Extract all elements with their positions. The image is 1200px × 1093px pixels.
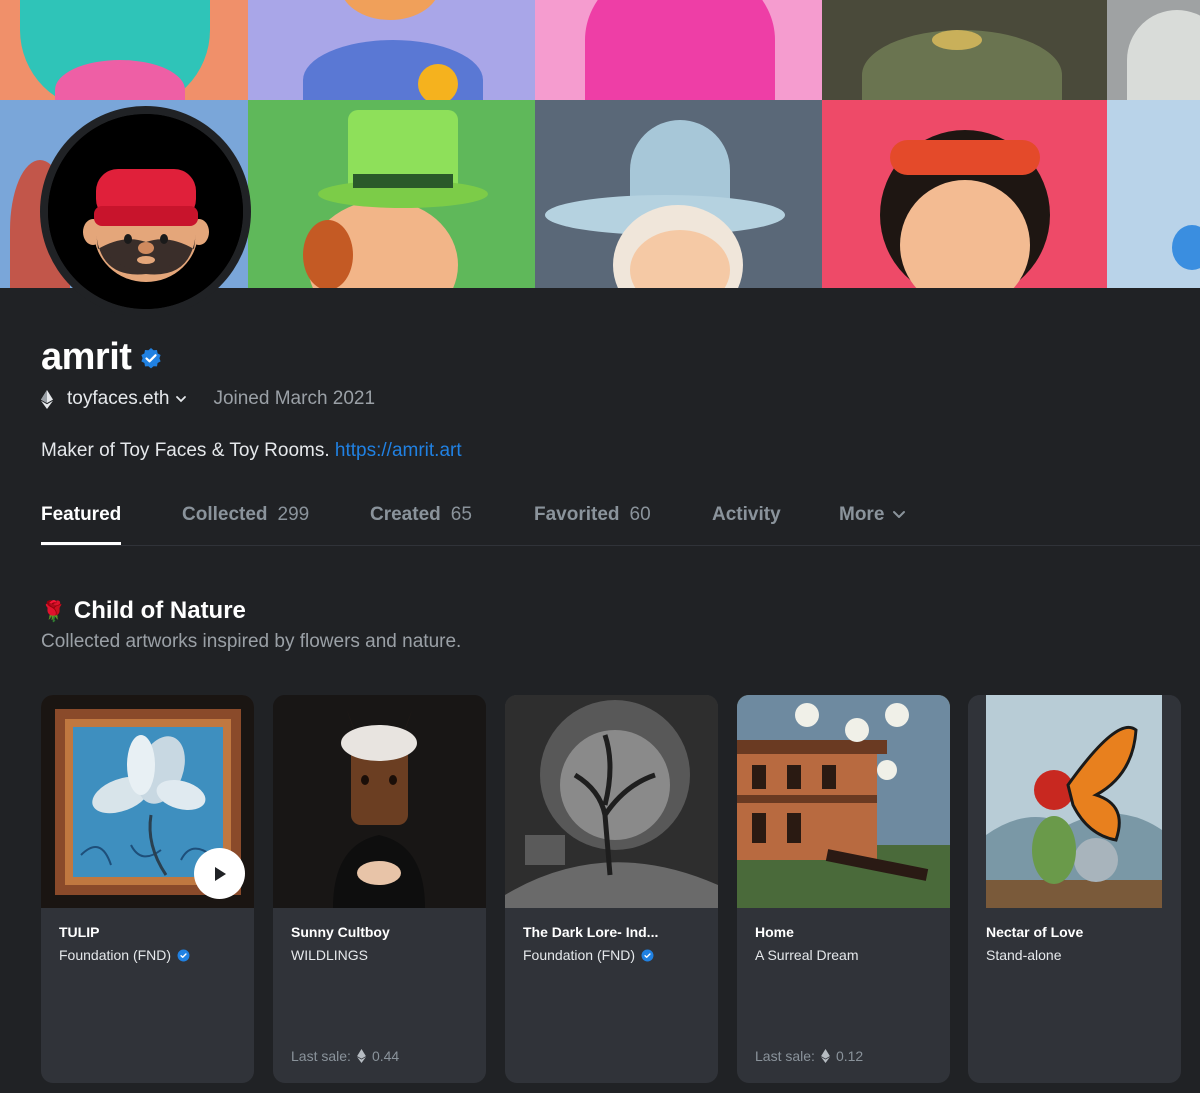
nft-title: Home xyxy=(755,924,794,940)
profile-avatar[interactable] xyxy=(48,114,243,309)
wallet-address-dropdown[interactable]: toyfaces.eth xyxy=(67,388,187,410)
joined-date: Joined March 2021 xyxy=(213,388,376,409)
collection-name: Stand-alone xyxy=(986,947,1062,963)
tab-created[interactable]: Created 65 xyxy=(370,504,472,546)
tab-favorited[interactable]: Favorited 60 xyxy=(534,504,651,546)
verified-badge-icon xyxy=(141,347,162,368)
last-sale-value: 0.12 xyxy=(835,1048,864,1064)
nft-collection[interactable]: Stand-alone xyxy=(986,947,1062,963)
ethereum-icon xyxy=(821,1049,830,1063)
nft-collection[interactable]: WILDLINGS xyxy=(291,947,368,963)
rose-emoji-icon: 🌹 xyxy=(41,600,66,623)
nft-card[interactable]: The Dark Lore- Ind... Foundation (FND) xyxy=(505,695,718,1083)
nft-artwork xyxy=(737,695,950,908)
banner-tile-frida xyxy=(822,100,1107,288)
wallet-address: toyfaces.eth xyxy=(67,388,170,409)
banner-tile-astronaut xyxy=(0,0,248,100)
chevron-down-icon xyxy=(176,396,187,403)
banner-tile-pink-hood xyxy=(535,0,822,100)
profile-name: amrit xyxy=(41,336,132,378)
featured-section-title: 🌹 Child of Nature xyxy=(41,597,246,625)
tab-label: Featured xyxy=(41,504,122,525)
tab-count: 65 xyxy=(450,504,472,525)
profile-meta-row: toyfaces.eth Joined March 2021 xyxy=(41,388,375,410)
verified-badge-icon xyxy=(177,949,190,961)
collection-name: A Surreal Dream xyxy=(755,947,859,963)
nft-title: Sunny Cultboy xyxy=(291,924,390,940)
nft-title: The Dark Lore- Ind... xyxy=(523,924,659,940)
nft-card[interactable]: TULIP Foundation (FND) xyxy=(41,695,254,1083)
tab-more[interactable]: More xyxy=(839,504,906,546)
bio-text: Maker of Toy Faces & Toy Rooms. xyxy=(41,440,330,461)
nft-artwork xyxy=(968,695,1181,908)
tab-activity[interactable]: Activity xyxy=(712,504,781,546)
section-title-text: Child of Nature xyxy=(73,597,246,624)
nft-card[interactable]: Sunny Cultboy WILDLINGS Last sale: 0.44 xyxy=(273,695,486,1083)
bio-link[interactable]: https://amrit.art xyxy=(335,440,462,461)
nft-title: Nectar of Love xyxy=(986,924,1084,940)
nft-card[interactable]: Home A Surreal Dream Last sale: 0.12 xyxy=(737,695,950,1083)
banner-tile-leprechaun xyxy=(248,100,535,288)
profile-name-row: amrit xyxy=(41,336,163,379)
nft-collection[interactable]: Foundation (FND) xyxy=(523,947,654,963)
collection-name: WILDLINGS xyxy=(291,947,369,963)
banner-tile-overalls xyxy=(248,0,535,100)
tab-featured[interactable]: Featured xyxy=(41,504,122,546)
verified-badge-icon xyxy=(641,949,654,961)
nft-card[interactable]: Nectar of Love Stand-alone xyxy=(968,695,1181,1083)
nft-collection[interactable]: A Surreal Dream xyxy=(755,947,858,963)
play-button[interactable] xyxy=(194,848,245,899)
profile-tabs: Featured Collected 299 Created 65 Favori… xyxy=(41,504,1200,546)
nft-collection[interactable]: Foundation (FND) xyxy=(59,947,190,963)
nft-artwork xyxy=(41,695,254,908)
last-sale: Last sale: 0.12 xyxy=(755,1048,863,1064)
banner-tile-bowtie xyxy=(822,0,1107,100)
play-icon xyxy=(214,866,226,881)
nft-title: TULIP xyxy=(59,924,100,940)
ethereum-icon xyxy=(357,1049,366,1063)
nft-artwork xyxy=(505,695,718,908)
tab-label: Favorited xyxy=(534,504,620,525)
last-sale-value: 0.44 xyxy=(371,1048,400,1064)
collection-name: Foundation (FND) xyxy=(59,947,172,963)
tab-label: Activity xyxy=(712,504,781,525)
last-sale-label: Last sale: xyxy=(755,1048,815,1064)
banner-tile-wizard xyxy=(535,100,822,288)
tab-count: 60 xyxy=(629,504,651,525)
tab-label: Created xyxy=(370,504,441,525)
ethereum-icon xyxy=(41,389,53,409)
tab-label: Collected xyxy=(182,504,268,525)
tab-label: More xyxy=(839,504,885,525)
tab-count: 299 xyxy=(277,504,310,525)
banner-tile-light-blue xyxy=(1107,100,1200,288)
nft-artwork xyxy=(273,695,486,908)
profile-bio: Maker of Toy Faces & Toy Rooms. https://… xyxy=(41,440,462,462)
collection-name: Foundation (FND) xyxy=(523,947,636,963)
avatar-image xyxy=(48,114,243,309)
chevron-down-icon xyxy=(893,511,906,518)
banner-tile-grey xyxy=(1107,0,1200,100)
last-sale: Last sale: 0.44 xyxy=(291,1048,399,1064)
featured-section-subtitle: Collected artworks inspired by flowers a… xyxy=(41,631,462,652)
tab-collected[interactable]: Collected 299 xyxy=(182,504,309,546)
last-sale-label: Last sale: xyxy=(291,1048,351,1064)
